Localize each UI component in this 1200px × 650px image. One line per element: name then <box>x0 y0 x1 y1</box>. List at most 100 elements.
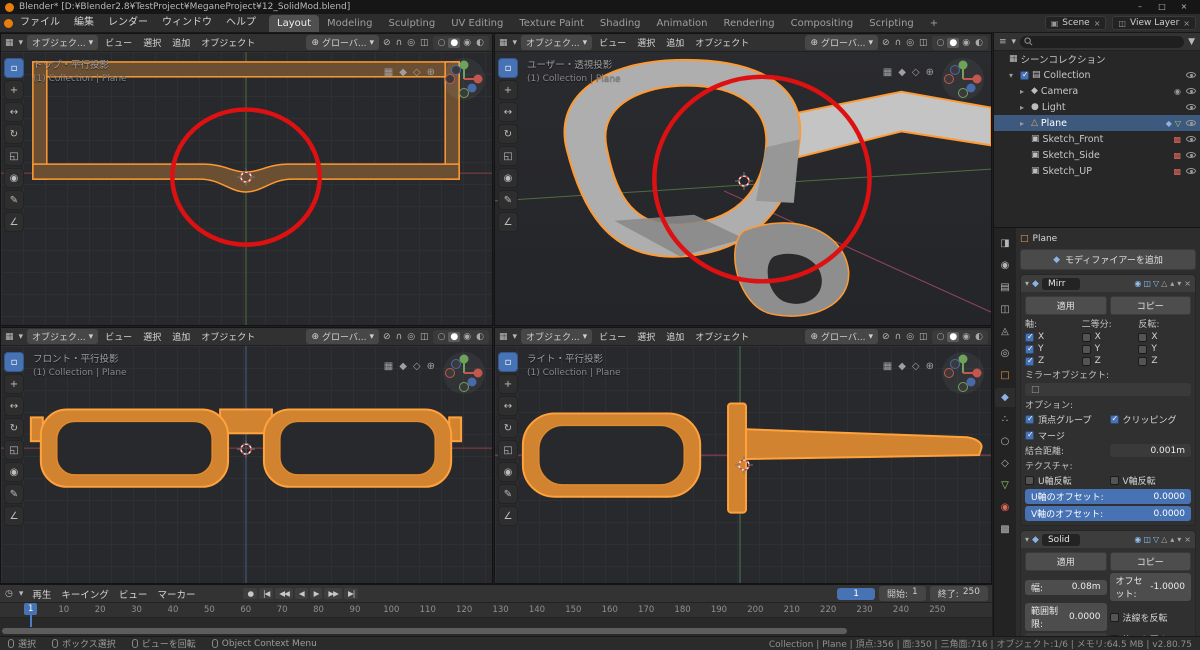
timeline-tick-10[interactable]: 10 <box>58 605 69 615</box>
timeline-tick-180[interactable]: 180 <box>674 605 690 615</box>
pivot-point-icon[interactable]: ⊘ <box>382 38 392 48</box>
zoom-view-icon[interactable]: ⊕ <box>926 67 934 78</box>
timeline-menu-再生[interactable]: 再生 <box>28 587 55 601</box>
timeline-menu-キーイング[interactable]: キーイング <box>57 587 113 601</box>
orientation-dropdown[interactable]: ⊕グローバ...▾ <box>306 35 379 50</box>
menu-編集[interactable]: 編集 <box>67 14 101 32</box>
tool-move[interactable]: ↔ <box>498 396 518 416</box>
shading-wireframe-icon[interactable]: ○ <box>935 332 947 342</box>
proportional-edit-icon[interactable]: ◎ <box>905 38 915 48</box>
play-reverse-button[interactable]: ◀ <box>295 588 308 599</box>
collection-checkbox[interactable] <box>1020 71 1029 80</box>
toggle-render-icon[interactable]: ◉ <box>1134 535 1141 544</box>
menu-select[interactable]: 選択 <box>633 36 659 49</box>
toggle-cage-icon[interactable]: △ <box>1161 279 1167 288</box>
shading-wireframe-icon[interactable]: ○ <box>436 332 448 342</box>
timeline-tick-110[interactable]: 110 <box>420 605 436 615</box>
workspace-tab-Rendering[interactable]: Rendering <box>716 15 783 32</box>
shading-rendered-icon[interactable]: ◐ <box>973 332 985 342</box>
apply-button[interactable]: 適用 <box>1025 296 1107 315</box>
expand-icon[interactable]: ▾ <box>1009 71 1017 80</box>
timeline-tick-150[interactable]: 150 <box>565 605 581 615</box>
shading-material-icon[interactable]: ◉ <box>461 332 473 342</box>
flip-v-checkbox[interactable]: V軸反転 <box>1110 474 1192 487</box>
offset-u-slider[interactable]: U軸のオフセット: 0.0000 <box>1025 489 1191 504</box>
timeline-tick-40[interactable]: 40 <box>168 605 179 615</box>
move-down-icon[interactable]: ▾ <box>1177 279 1181 288</box>
orientation-dropdown[interactable]: ⊕グローバ...▾ <box>306 329 379 344</box>
prev-keyframe-button[interactable]: ◀◀ <box>275 588 293 599</box>
view-layer-selector[interactable]: ◫ View Layer × <box>1112 16 1196 30</box>
timeline-menu-マーカー[interactable]: マーカー <box>153 587 199 601</box>
menu-add[interactable]: 追加 <box>168 36 194 49</box>
tool-select-box[interactable]: ▫ <box>4 58 24 78</box>
current-frame-field[interactable]: 1 <box>837 588 875 600</box>
mirror-flip-X-checkbox[interactable]: X <box>1138 332 1191 342</box>
pan-view-icon[interactable]: ◇ <box>413 67 421 78</box>
outliner-search-input[interactable] <box>1020 36 1184 48</box>
app-menu-icon[interactable] <box>4 19 13 28</box>
jump-end-button[interactable]: ▶| <box>344 588 358 599</box>
outliner-item-Plane[interactable]: ▸△Plane◆▽ <box>994 115 1200 131</box>
tool-cursor[interactable]: + <box>4 374 24 394</box>
menu-object[interactable]: オブジェクト <box>197 36 259 49</box>
menu-ヘルプ[interactable]: ヘルプ <box>219 14 263 32</box>
filter-icon[interactable]: ▼ <box>1187 37 1196 47</box>
tool-cursor[interactable]: + <box>4 80 24 100</box>
scene-selector[interactable]: ▣ Scene × <box>1045 16 1107 30</box>
outliner-item-Sketch_UP[interactable]: ▣Sketch_UP▩ <box>994 163 1200 179</box>
tool-annotate[interactable]: ✎ <box>498 484 518 504</box>
tool-cursor[interactable]: + <box>498 80 518 100</box>
tool-scale[interactable]: ◱ <box>4 146 24 166</box>
minimize-button[interactable]: – <box>1129 0 1151 14</box>
collapse-icon[interactable]: ▾ <box>1025 279 1029 288</box>
timeline-editor-icon[interactable]: ◷ <box>4 589 14 599</box>
tool-rotate[interactable]: ↻ <box>498 418 518 438</box>
camera-view-icon[interactable]: ◆ <box>898 67 906 78</box>
tool-select-box[interactable]: ▫ <box>498 58 518 78</box>
toggle-cage-icon[interactable]: △ <box>1161 535 1167 544</box>
collapse-icon[interactable]: ▾ <box>1025 535 1029 544</box>
clipping-checkbox[interactable]: クリッピング <box>1110 413 1192 426</box>
move-up-icon[interactable]: ▴ <box>1170 279 1174 288</box>
grid-toggle-icon[interactable]: ▦ <box>883 67 892 78</box>
frame-end-field[interactable]: 終了:250 <box>930 586 988 601</box>
menu-view[interactable]: ビュー <box>101 330 136 343</box>
menu-view[interactable]: ビュー <box>595 330 630 343</box>
nav-gizmo[interactable] <box>442 57 486 101</box>
outliner-item-Collection[interactable]: ▾▤Collection <box>994 67 1200 83</box>
workspace-tab-+[interactable]: + <box>922 15 946 32</box>
thickness-slider[interactable]: 幅:0.08m <box>1025 580 1107 595</box>
mirror-flip-Z-checkbox[interactable]: Z <box>1138 356 1191 366</box>
menu-select[interactable]: 選択 <box>139 36 165 49</box>
workspace-tab-Scripting[interactable]: Scripting <box>861 15 921 32</box>
properties-tab-modifiers[interactable]: ◆ <box>995 388 1015 407</box>
tool-scale[interactable]: ◱ <box>498 440 518 460</box>
menu-ファイル[interactable]: ファイル <box>13 14 67 32</box>
workspace-tab-Texture Paint[interactable]: Texture Paint <box>511 15 592 32</box>
workspace-tab-Sculpting[interactable]: Sculpting <box>381 15 444 32</box>
offset-v-slider[interactable]: V軸のオフセット: 0.0000 <box>1025 506 1191 521</box>
tool-measure[interactable]: ∠ <box>498 212 518 232</box>
editor-type-caret-icon[interactable]: ▾ <box>512 332 519 342</box>
timeline-tick-160[interactable]: 160 <box>602 605 618 615</box>
editor-type-icon[interactable]: ▦ <box>4 332 15 342</box>
shading-solid-icon[interactable]: ● <box>947 38 959 48</box>
timeline-tick-50[interactable]: 50 <box>204 605 215 615</box>
shading-solid-icon[interactable]: ● <box>448 332 460 342</box>
proportional-edit-icon[interactable]: ◎ <box>905 332 915 342</box>
properties-tab-object-data[interactable]: ▽ <box>995 476 1015 495</box>
editor-type-icon[interactable]: ▦ <box>498 38 509 48</box>
mirror-bisect-Z-checkbox[interactable]: Z <box>1082 356 1135 366</box>
camera-view-icon[interactable]: ◆ <box>399 361 407 372</box>
timeline-tick-170[interactable]: 170 <box>638 605 654 615</box>
close-icon[interactable]: × <box>1184 279 1191 288</box>
timeline-tick-250[interactable]: 250 <box>929 605 945 615</box>
properties-tab-world[interactable]: ◎ <box>995 344 1015 363</box>
tool-move[interactable]: ↔ <box>4 396 24 416</box>
tool-cursor[interactable]: + <box>498 374 518 394</box>
next-keyframe-button[interactable]: ▶▶ <box>324 588 342 599</box>
clamp-slider[interactable]: 範囲制限:0.0000 <box>1025 603 1107 631</box>
properties-tab-object[interactable]: □ <box>995 366 1015 385</box>
view-layer-unlink-icon[interactable]: × <box>1183 19 1190 28</box>
